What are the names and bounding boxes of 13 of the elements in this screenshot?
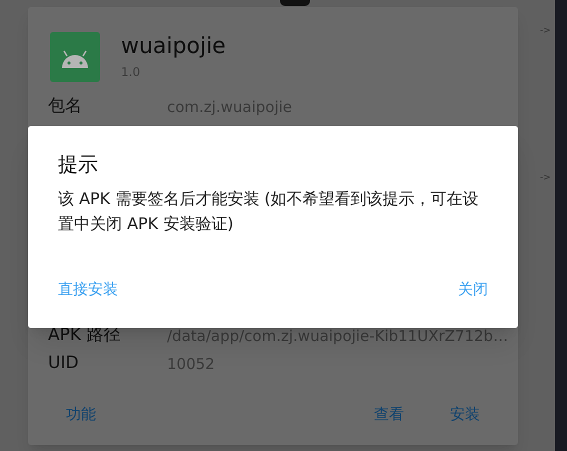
dialog-button[interactable]: 关闭 [450, 274, 496, 304]
arrow-text: -> [540, 25, 551, 37]
android-app-icon [50, 32, 100, 82]
dialog-button[interactable]: 直接安装 [50, 274, 126, 304]
field-label: UID [48, 352, 80, 376]
dialog-title: 提示 [58, 151, 99, 178]
card-button[interactable]: 功能 [50, 397, 112, 432]
card-button[interactable]: 查看 [358, 397, 420, 432]
dialog-message: 该 APK 需要签名后才能安装 (如不希望看到该提示，可在设置中关闭 APK 安装验证) [58, 188, 480, 235]
field-label: 包名 [48, 95, 83, 118]
arrow-text: -> [540, 172, 551, 184]
card-button[interactable]: 安装 [434, 397, 496, 432]
app-name: wuaipojie [121, 33, 226, 61]
